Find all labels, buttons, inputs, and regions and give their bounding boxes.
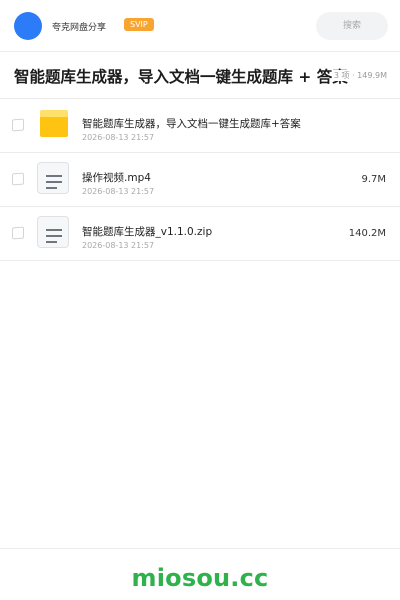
footer: miosou.cc	[0, 548, 400, 600]
file-list: 智能题库生成器，导入文档一键生成题库+答案 2026-08-13 21:57 操…	[0, 99, 400, 261]
search-box[interactable]: 搜索	[316, 12, 388, 40]
file-size: 9.7M	[361, 174, 386, 185]
share-title-row: 智能题库生成器，导入文档一键生成题库 + 答案 3 项 · 149.9M	[0, 52, 400, 99]
file-name[interactable]: 智能题库生成器_v1.1.0.zip	[82, 224, 212, 239]
file-icon	[37, 162, 69, 194]
search-placeholder: 搜索	[342, 21, 361, 31]
avatar[interactable]	[14, 12, 42, 40]
row-checkbox[interactable]	[12, 172, 24, 186]
app-name: 夸克网盘分享	[52, 23, 107, 33]
row-checkbox[interactable]	[12, 226, 24, 240]
file-name[interactable]: 智能题库生成器，导入文档一键生成题库+答案	[82, 116, 301, 131]
file-date: 2026-08-13 21:57	[82, 187, 155, 196]
header: 夸克网盘分享 SVIP 搜索	[0, 0, 400, 52]
file-row[interactable]: 智能题库生成器_v1.1.0.zip 2026-08-13 21:57 140.…	[0, 207, 400, 261]
row-checkbox[interactable]	[12, 118, 24, 132]
file-row[interactable]: 智能题库生成器，导入文档一键生成题库+答案 2026-08-13 21:57	[0, 99, 400, 153]
page-title: 智能题库生成器，导入文档一键生成题库 + 答案	[14, 68, 348, 86]
file-row[interactable]: 操作视频.mp4 2026-08-13 21:57 9.7M	[0, 153, 400, 207]
folder-icon	[40, 110, 68, 138]
svip-badge: SVIP	[124, 18, 154, 31]
file-date: 2026-08-13 21:57	[82, 133, 155, 142]
watermark: miosou.cc	[131, 564, 269, 592]
file-size: 140.2M	[348, 228, 386, 239]
file-date: 2026-08-13 21:57	[82, 241, 155, 250]
share-summary: 3 项 · 149.9M	[331, 70, 387, 81]
file-name[interactable]: 操作视频.mp4	[82, 170, 151, 185]
file-icon	[37, 216, 69, 248]
